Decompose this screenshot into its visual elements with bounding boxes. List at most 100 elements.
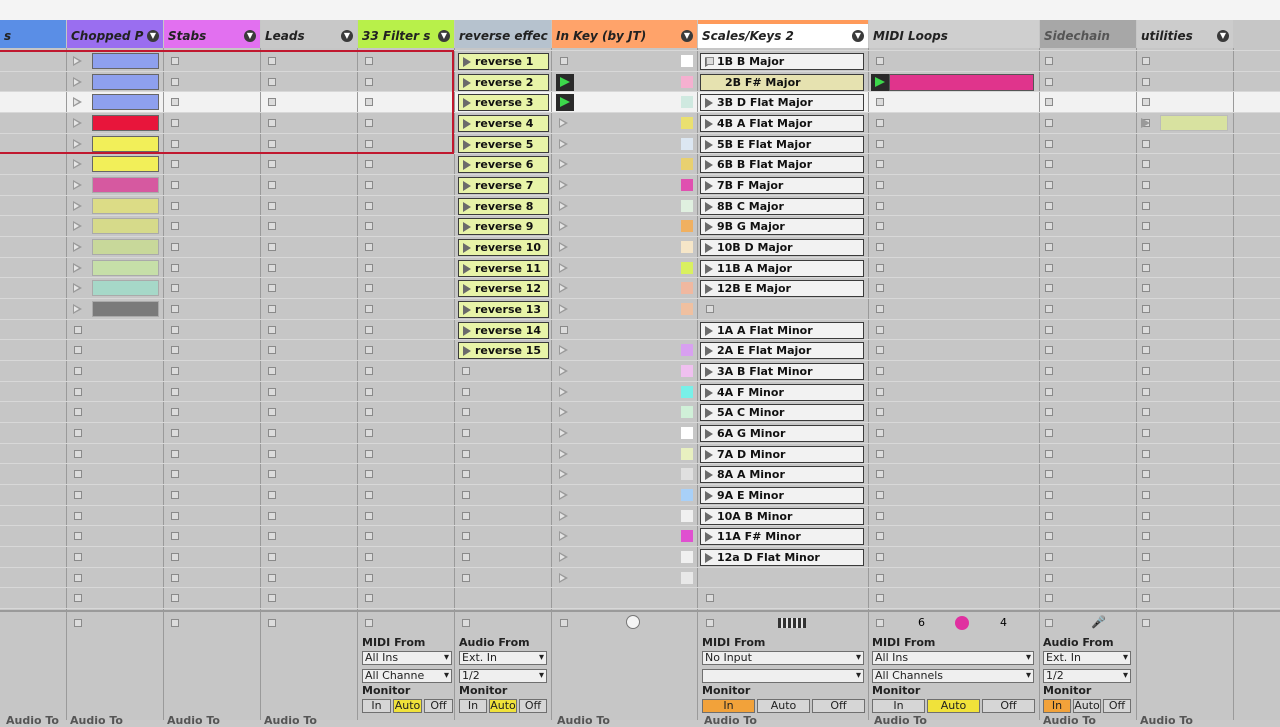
clip-stop-button[interactable] <box>171 222 179 231</box>
clip-stop-button[interactable] <box>876 305 884 314</box>
clip-stop-button[interactable] <box>462 387 470 396</box>
clip-slot[interactable] <box>92 259 159 276</box>
clip-stop-button[interactable] <box>365 553 373 562</box>
reverse-clip[interactable]: reverse 7 <box>458 177 549 195</box>
clip-stop-button[interactable] <box>1142 346 1150 355</box>
scale-clip[interactable]: 1A A Flat Minor <box>700 321 864 339</box>
clip-stop-button[interactable] <box>171 408 179 417</box>
clip-stop-button[interactable] <box>876 553 884 562</box>
clip-stop-button[interactable] <box>171 367 179 376</box>
clip-slot[interactable] <box>92 239 159 256</box>
clip-stop-button[interactable] <box>171 449 179 458</box>
clip-stop-button[interactable] <box>1142 408 1150 417</box>
scale-clip[interactable]: 9B G Major <box>700 218 864 236</box>
clip-stop-button[interactable] <box>268 532 276 541</box>
clip-slot[interactable] <box>92 280 159 297</box>
clip-stop-button[interactable] <box>268 429 276 438</box>
clip-stop-button[interactable] <box>462 553 470 562</box>
clip-stop-button[interactable] <box>171 594 179 603</box>
monitor-in-button[interactable]: In <box>702 699 755 713</box>
scale-clip[interactable]: 11A F# Minor <box>700 528 864 546</box>
scale-clip[interactable]: 4B A Flat Major <box>700 115 864 132</box>
clip-stop-button[interactable] <box>1142 98 1150 107</box>
clip-stop-button[interactable] <box>365 181 373 190</box>
clip-playing-icon[interactable] <box>556 73 574 91</box>
clip-stop-button[interactable] <box>876 243 884 252</box>
clip-stop-button[interactable] <box>1142 511 1150 520</box>
track-header-2[interactable]: Chopped P ▼ <box>67 20 163 48</box>
clip-stop-button[interactable] <box>1142 429 1150 438</box>
midi-loop-clip[interactable] <box>889 73 1034 91</box>
clip-stop-button[interactable] <box>74 553 82 562</box>
clip-stop-button[interactable] <box>171 305 179 314</box>
clip-stop-button[interactable] <box>268 181 276 190</box>
clip-stop-button[interactable] <box>365 511 373 520</box>
clip-stop-button[interactable] <box>462 573 470 582</box>
clip-slot[interactable] <box>92 218 159 235</box>
track-stop-button[interactable] <box>1142 619 1150 627</box>
monitor-auto-button[interactable]: Auto <box>927 699 980 713</box>
track-stop-button[interactable] <box>171 619 179 627</box>
monitor-auto-button[interactable]: Auto <box>393 699 422 713</box>
fold-arrow-icon[interactable]: ▼ <box>244 30 256 42</box>
clip-stop-button[interactable] <box>268 305 276 314</box>
scale-clip[interactable]: 2A E Flat Major <box>700 342 864 360</box>
track-header-3[interactable]: Stabs ▼ <box>164 20 260 48</box>
clip-stop-button[interactable] <box>876 511 884 520</box>
clip-stop-button[interactable] <box>365 222 373 231</box>
clip-stop-button[interactable] <box>365 201 373 210</box>
input-channel-dropdown[interactable]: 1/2 <box>459 669 547 683</box>
clip-stop-button[interactable] <box>1142 305 1150 314</box>
clip-stop-button[interactable] <box>1142 263 1150 272</box>
reverse-clip[interactable]: reverse 4 <box>458 115 549 132</box>
clip-stop-button[interactable] <box>1045 201 1053 210</box>
clip-stop-button[interactable] <box>876 284 884 293</box>
clip-stop-button[interactable] <box>1045 325 1053 334</box>
fold-arrow-icon[interactable]: ▼ <box>147 30 159 42</box>
clip-stop-button[interactable] <box>365 160 373 169</box>
fold-arrow-icon[interactable]: ▼ <box>438 30 450 42</box>
clip-stop-button[interactable] <box>74 408 82 417</box>
scale-clip[interactable]: 12a D Flat Minor <box>700 549 864 567</box>
clip-stop-button[interactable] <box>365 573 373 582</box>
clip-stop-button[interactable] <box>268 243 276 252</box>
clip-stop-button[interactable] <box>462 532 470 541</box>
clip-stop-button[interactable] <box>365 263 373 272</box>
scale-clip[interactable]: 12B E Major <box>700 280 864 298</box>
clip-slot[interactable] <box>92 301 159 318</box>
clip-stop-button[interactable] <box>876 98 884 107</box>
clip-stop-button[interactable] <box>1142 243 1150 252</box>
scale-clip[interactable]: 8B C Major <box>700 197 864 215</box>
clip-stop-button[interactable] <box>1142 181 1150 190</box>
clip-stop-button[interactable] <box>171 532 179 541</box>
clip-stop-button[interactable] <box>1045 573 1053 582</box>
clip-stop-button[interactable] <box>706 594 714 603</box>
input-channel-dropdown[interactable]: All Channels <box>872 669 1034 683</box>
scale-clip[interactable]: 5A C Minor <box>700 404 864 422</box>
reverse-clip[interactable]: reverse 13 <box>458 301 549 319</box>
clip-stop-button[interactable] <box>74 491 82 500</box>
clip-stop-button[interactable] <box>876 222 884 231</box>
clip-stop-button[interactable] <box>365 470 373 479</box>
track-stop-button[interactable] <box>365 619 373 627</box>
input-channel-dropdown[interactable]: 1/2 <box>1043 669 1131 683</box>
monitor-off-button[interactable]: Off <box>519 699 547 713</box>
reverse-clip[interactable]: reverse 10 <box>458 239 549 257</box>
scale-clip[interactable]: 5B E Flat Major <box>700 135 864 153</box>
fold-arrow-icon[interactable]: ▼ <box>681 30 693 42</box>
clip-stop-button[interactable] <box>74 511 82 520</box>
monitor-auto-button[interactable]: Auto <box>1073 699 1101 713</box>
reverse-clip[interactable]: reverse 6 <box>458 156 549 174</box>
monitor-auto-button[interactable]: Auto <box>489 699 517 713</box>
track-stop-button[interactable] <box>462 619 470 627</box>
clip-stop-button[interactable] <box>74 449 82 458</box>
clip-stop-button[interactable] <box>1142 139 1150 148</box>
clip-stop-button[interactable] <box>268 222 276 231</box>
clip-stop-button[interactable] <box>268 201 276 210</box>
clip-stop-button[interactable] <box>1045 346 1053 355</box>
clip-stop-button[interactable] <box>1045 470 1053 479</box>
monitor-off-button[interactable]: Off <box>812 699 865 713</box>
clip-stop-button[interactable] <box>268 284 276 293</box>
clip-stop-button[interactable] <box>1045 284 1053 293</box>
clip-stop-button[interactable] <box>876 119 884 127</box>
